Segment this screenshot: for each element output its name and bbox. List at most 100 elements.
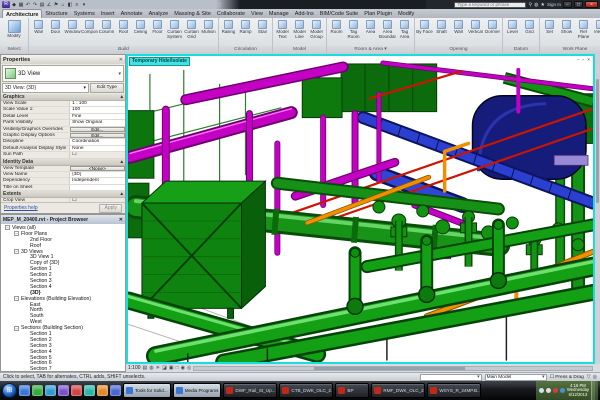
- drawing-area[interactable]: Temporary Hide/Isolate − ▫ × 1:100 ▤◍☀◪▣…: [126, 54, 600, 372]
- ribbon-tab[interactable]: Analyze: [146, 9, 172, 18]
- ribbon-button[interactable]: Window: [64, 19, 81, 35]
- property-value[interactable]: <None>: [70, 166, 125, 171]
- tree-expander-icon[interactable]: [23, 284, 28, 289]
- property-value[interactable]: Coordination: [69, 139, 125, 144]
- ribbon-button[interactable]: Level: [504, 19, 521, 35]
- infocenter-search-input[interactable]: [454, 2, 526, 8]
- tree-expander-icon[interactable]: [23, 308, 28, 313]
- taskbar-window-button[interactable]: Tools for Solid...: [123, 383, 171, 398]
- tree-expander-icon[interactable]: [23, 290, 28, 295]
- detail-level-icon[interactable]: ▤: [143, 365, 148, 372]
- minimize-button[interactable]: −: [563, 1, 572, 8]
- taskbar-window-button[interactable]: RMF_DWK_OLC_2...: [371, 383, 425, 398]
- ribbon-tab[interactable]: Insert: [98, 9, 118, 18]
- pinned-app-icon[interactable]: [19, 385, 30, 396]
- tray-update-icon[interactable]: [553, 388, 558, 393]
- tree-expander-icon[interactable]: [23, 261, 28, 266]
- ribbon-button[interactable]: Model Text: [274, 19, 291, 39]
- tree-expander-icon[interactable]: −: [14, 296, 19, 301]
- tree-expander-icon[interactable]: [23, 331, 28, 336]
- ribbon-button[interactable]: Dormer: [484, 19, 501, 35]
- tree-expander-icon[interactable]: [23, 267, 28, 272]
- tree-expander-icon[interactable]: −: [14, 249, 19, 254]
- start-button[interactable]: ⊞: [2, 383, 17, 398]
- properties-help-link[interactable]: Properties help: [4, 205, 38, 211]
- ribbon-button[interactable]: Door: [47, 19, 64, 35]
- ribbon-button[interactable]: Ramp: [237, 19, 254, 35]
- tree-expander-icon[interactable]: [23, 278, 28, 283]
- visual-style-icon[interactable]: ◍: [149, 365, 153, 372]
- tree-item[interactable]: Section 7: [1, 366, 125, 371]
- worksets-select[interactable]: ▾: [420, 374, 482, 381]
- tree-expander-icon[interactable]: [23, 243, 28, 248]
- taskbar-window-button[interactable]: DWF_Rail_St_Up...: [223, 383, 277, 398]
- ribbon-tab[interactable]: Architecture: [2, 9, 42, 18]
- favorites-icon[interactable]: ★: [541, 2, 545, 8]
- ribbon-button[interactable]: Railing: [220, 19, 237, 35]
- clock[interactable]: 4:16 PM Wednesday 6/12/2013: [567, 384, 589, 398]
- tree-expander-icon[interactable]: [23, 367, 28, 371]
- ribbon-button[interactable]: Ceiling: [132, 19, 149, 35]
- edit-type-button[interactable]: Edit Type: [90, 83, 124, 93]
- property-value[interactable]: ☐: [69, 152, 125, 157]
- tag-icon[interactable]: ⚑: [53, 2, 59, 8]
- temporary-hide-isolate-icon[interactable]: ◉: [181, 365, 185, 372]
- section-header[interactable]: Graphics: [3, 94, 25, 100]
- tree-expander-icon[interactable]: [23, 237, 28, 242]
- sun-path-icon[interactable]: ☀: [156, 365, 160, 372]
- crop-view-icon[interactable]: ▣: [169, 365, 174, 372]
- view-window-3d[interactable]: Temporary Hide/Isolate − ▫ ×: [126, 54, 595, 364]
- ribbon-button[interactable]: Ref Plane: [575, 19, 592, 39]
- tray-sync-icon[interactable]: [560, 388, 565, 393]
- tree-expander-icon[interactable]: [23, 355, 28, 360]
- press-drag-checkbox[interactable]: ☐ Press & Drag: [550, 375, 584, 380]
- ribbon-button[interactable]: Set: [541, 19, 558, 35]
- tree-expander-icon[interactable]: [23, 255, 28, 260]
- vertical-scrollbar[interactable]: [595, 54, 600, 364]
- sign-in-button[interactable]: Sign In: [547, 2, 561, 7]
- ribbon-tab[interactable]: Massing & Site: [171, 9, 214, 18]
- ribbon-button[interactable]: Mullion: [200, 19, 217, 35]
- taskbar-window-button[interactable]: BP: [335, 383, 369, 398]
- property-value[interactable]: 100: [69, 107, 125, 112]
- collapse-icon[interactable]: ▴: [120, 191, 123, 197]
- ribbon-tab[interactable]: Systems: [71, 9, 98, 18]
- section-icon[interactable]: ◧: [67, 2, 73, 8]
- ribbon-button[interactable]: By Face: [416, 19, 433, 35]
- ribbon-button[interactable]: Curtain Grid: [183, 19, 200, 39]
- ribbon-button[interactable]: Vertical: [467, 19, 484, 35]
- property-value[interactable]: Show Original: [69, 120, 125, 125]
- ribbon-tab[interactable]: Structure: [42, 9, 70, 18]
- property-value[interactable]: None: [69, 146, 125, 151]
- search-icon[interactable]: ⚲: [528, 2, 532, 8]
- ribbon-button[interactable]: Roof: [115, 19, 132, 35]
- view-window-controls[interactable]: − ▫ ×: [577, 57, 591, 62]
- ribbon-tab[interactable]: Add-Ins: [292, 9, 317, 18]
- qat-dropdown-icon[interactable]: ▾: [81, 2, 87, 8]
- redo-icon[interactable]: ↷: [32, 2, 38, 8]
- view-filter-combo[interactable]: 3D View: {3D} ▾: [2, 83, 89, 93]
- ribbon-button[interactable]: Viewer: [592, 19, 600, 35]
- application-menu-button[interactable]: R: [2, 1, 10, 8]
- ribbon-button[interactable]: Show: [558, 19, 575, 35]
- property-value[interactable]: Independent: [69, 178, 125, 183]
- pinned-app-icon[interactable]: [32, 385, 43, 396]
- design-options-select[interactable]: Main Model ▾: [485, 374, 547, 381]
- tree-expander-icon[interactable]: [23, 273, 28, 278]
- scale-button[interactable]: 1:100: [128, 365, 141, 371]
- communication-center-icon[interactable]: ◍: [534, 2, 538, 8]
- apply-button[interactable]: Apply: [99, 204, 122, 213]
- ribbon-button[interactable]: Area: [362, 19, 379, 35]
- property-value[interactable]: Edit...: [70, 127, 125, 132]
- taskbar-window-button[interactable]: Media Programs: [173, 383, 222, 398]
- tree-expander-icon[interactable]: [23, 361, 28, 366]
- show-desktop-button[interactable]: [591, 381, 595, 400]
- temporary-hide-isolate-label[interactable]: Temporary Hide/Isolate: [129, 57, 190, 66]
- ribbon-button[interactable]: Component: [81, 19, 98, 35]
- tree-expander-icon[interactable]: [23, 337, 28, 342]
- section-header[interactable]: Extents: [3, 191, 21, 197]
- tree-expander-icon[interactable]: [23, 320, 28, 325]
- ribbon-button[interactable]: Curtain System: [166, 19, 183, 39]
- ribbon-button[interactable]: Floor: [149, 19, 166, 35]
- default-3d-view-icon[interactable]: ⌂: [60, 2, 66, 8]
